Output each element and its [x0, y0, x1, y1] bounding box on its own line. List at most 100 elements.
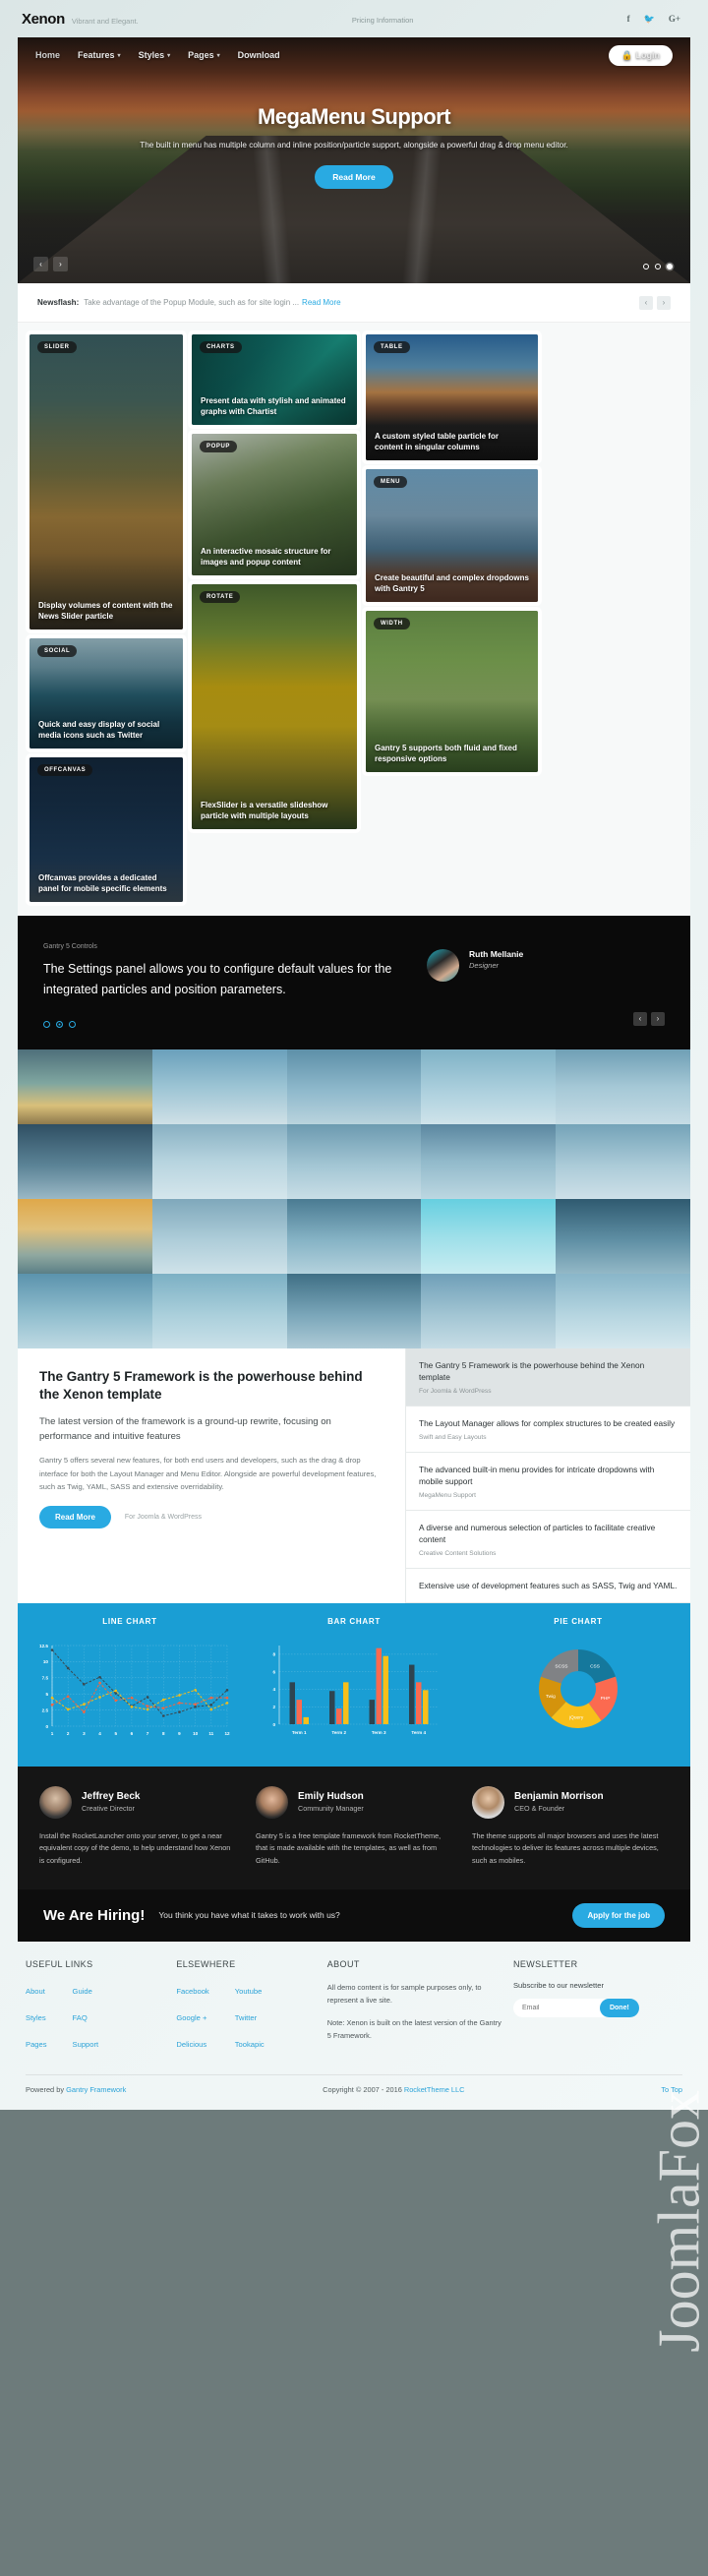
bar-chart: 0 2 4 6 8 Term 1 Term 2 Term 3 Term 4 — [242, 1636, 466, 1751]
gallery-image[interactable] — [421, 1123, 557, 1199]
newsflash-next-button[interactable]: › — [657, 295, 671, 310]
mosaic-tile-width[interactable]: WIDTH Gantry 5 supports both fluid and f… — [366, 611, 538, 772]
google-plus-icon[interactable]: G+ — [669, 14, 680, 24]
newsflash-read-more-link[interactable]: Read More — [302, 298, 341, 307]
brand[interactable]: Xenon Vibrant and Elegant. — [22, 11, 139, 28]
tile-caption: Create beautiful and complex dropdowns w… — [375, 572, 529, 593]
gallery-image[interactable] — [18, 1123, 152, 1199]
hero-dot-2[interactable] — [655, 264, 661, 270]
accordion-item[interactable]: The advanced built-in menu provides for … — [406, 1453, 690, 1511]
twitter-icon[interactable]: 🐦 — [644, 14, 655, 25]
footer-link-facebook[interactable]: Facebook — [176, 1987, 208, 1996]
newsletter-submit-button[interactable]: Done! — [599, 1998, 639, 2017]
gallery-image[interactable] — [421, 1198, 557, 1274]
avatar — [256, 1785, 288, 1819]
hero-next-button[interactable]: › — [53, 257, 68, 271]
nav-item-features[interactable]: Features ▾ — [78, 50, 121, 60]
tile-caption: Offcanvas provides a dedicated panel for… — [38, 872, 167, 893]
footer-link-support[interactable]: Support — [73, 2040, 99, 2049]
accordion-subtitle: MegaMenu Support — [419, 1491, 476, 1499]
accordion-subtitle: Creative Content Solutions — [419, 1549, 497, 1557]
footer-link-youtube[interactable]: Youtube — [235, 1987, 263, 1996]
gallery-image[interactable] — [151, 1048, 287, 1124]
testimonial-next-button[interactable]: › — [651, 1011, 665, 1026]
testimonial-quote: The Settings panel allows you to configu… — [43, 962, 392, 997]
mosaic-tile-menu[interactable]: MENU Create beautiful and complex dropdo… — [366, 469, 538, 602]
gallery-image[interactable] — [151, 1123, 287, 1199]
testimonial-prev-button[interactable]: ‹ — [633, 1011, 647, 1026]
team-member-text: Install the RocketLauncher onto your ser… — [39, 1830, 231, 1866]
footer-link-tookapic[interactable]: Tookapic — [235, 2040, 265, 2049]
gallery-image[interactable] — [556, 1048, 690, 1124]
gallery-image[interactable] — [18, 1198, 152, 1274]
mosaic-tile-social[interactable]: SOCIAL Quick and easy display of social … — [30, 638, 183, 749]
gallery-image[interactable] — [18, 1048, 152, 1124]
gantry-framework-link[interactable]: Gantry Framework — [66, 2085, 126, 2094]
footer-link-pages[interactable]: Pages — [26, 2040, 47, 2049]
nav-item-home[interactable]: Home — [35, 50, 60, 60]
login-button[interactable]: 🔒 Login — [609, 44, 673, 66]
footer-link-styles[interactable]: Styles — [26, 2013, 46, 2022]
gallery-image[interactable] — [18, 1273, 152, 1348]
pie-chart-svg: CSS PHP jQuery Twig SCSS — [539, 1648, 618, 1728]
gallery-image[interactable] — [556, 1273, 690, 1348]
svg-text:6: 6 — [131, 1731, 134, 1736]
to-top-link[interactable]: To Top — [661, 2085, 682, 2094]
accordion-item[interactable]: Extensive use of development features su… — [406, 1569, 690, 1603]
svg-text:3: 3 — [83, 1731, 86, 1736]
mosaic-tile-charts[interactable]: CHARTS Present data with stylish and ani… — [192, 334, 357, 425]
testimonial-dot-1[interactable] — [43, 1020, 50, 1028]
svg-text:8: 8 — [272, 1651, 275, 1656]
mosaic-tile-table[interactable]: TABLE A custom styled table particle for… — [366, 334, 538, 460]
gallery-image[interactable] — [286, 1198, 422, 1274]
newsletter-subscribe-text: Subscribe to our newsletter — [512, 1980, 604, 1990]
content-main: The Gantry 5 Framework is the powerhouse… — [18, 1348, 405, 1603]
nav-item-download[interactable]: Download — [238, 50, 280, 60]
hero-dot-1[interactable] — [643, 264, 649, 270]
footer-heading: USEFUL LINKS — [26, 1958, 93, 1969]
gallery-image[interactable] — [151, 1273, 287, 1348]
accordion-item[interactable]: The Layout Manager allows for complex st… — [406, 1407, 690, 1453]
apply-for-job-button[interactable]: Apply for the job — [572, 1902, 665, 1928]
nav-item-styles[interactable]: Styles ▾ — [139, 50, 171, 60]
svg-text:Term 2: Term 2 — [331, 1730, 346, 1735]
accordion-item[interactable]: The Gantry 5 Framework is the powerhouse… — [406, 1348, 690, 1407]
footer-link-about[interactable]: About — [26, 1987, 45, 1996]
gallery-image[interactable] — [286, 1123, 422, 1199]
mosaic-tile-offcanvas[interactable]: OFFCANVAS Offcanvas provides a dedicated… — [30, 757, 183, 902]
accordion-item[interactable]: A diverse and numerous selection of part… — [406, 1511, 690, 1569]
hero-dot-3[interactable] — [667, 264, 673, 270]
newsflash-prev-button[interactable]: ‹ — [639, 295, 653, 310]
hero-read-more-button[interactable]: Read More — [315, 164, 393, 189]
testimonial-author: Ruth Mellanie Designer — [427, 943, 523, 1001]
gallery-image[interactable] — [151, 1198, 287, 1274]
mosaic-tile-rotate[interactable]: ROTATE FlexSlider is a versatile slidesh… — [192, 584, 357, 829]
gallery-image[interactable] — [286, 1048, 422, 1124]
rockettheme-link[interactable]: RocketTheme LLC — [404, 2085, 465, 2094]
gallery-image[interactable] — [556, 1123, 690, 1199]
mosaic-tile-slider[interactable]: SLIDER Display volumes of content with t… — [30, 334, 183, 629]
pricing-information-link[interactable]: Pricing Information — [352, 16, 414, 25]
footer-link-twitter[interactable]: Twitter — [235, 2013, 257, 2022]
footer-link-delicious[interactable]: Delicious — [176, 2040, 206, 2049]
footer-link-google-plus[interactable]: Google + — [176, 2013, 206, 2022]
mosaic-tile-popup[interactable]: POPUP An interactive mosaic structure fo… — [192, 434, 357, 575]
footer-link-faq[interactable]: FAQ — [73, 2013, 88, 2022]
footer-link-guide[interactable]: Guide — [73, 1987, 92, 1996]
facebook-icon[interactable]: f — [627, 14, 630, 24]
testimonial-dot-2[interactable] — [56, 1020, 63, 1028]
gallery-image[interactable] — [421, 1048, 557, 1124]
gallery-image[interactable] — [286, 1273, 422, 1348]
testimonial-dot-3[interactable] — [69, 1020, 76, 1028]
gallery-image[interactable] — [556, 1198, 690, 1274]
svg-text:10: 10 — [193, 1731, 199, 1736]
hero-prev-button[interactable]: ‹ — [33, 257, 48, 271]
nav-item-pages[interactable]: Pages ▾ — [188, 50, 220, 60]
newsletter-email-input[interactable] — [512, 1998, 612, 2017]
tile-tag: CHARTS — [200, 341, 242, 353]
svg-text:2: 2 — [272, 1705, 275, 1709]
pie-chart-title: PIE CHART — [554, 1616, 603, 1626]
team-member: Benjamin Morrison CEO & Founder The them… — [472, 1785, 669, 1868]
gallery-image[interactable] — [421, 1273, 557, 1348]
content-read-more-button[interactable]: Read More — [39, 1506, 111, 1529]
